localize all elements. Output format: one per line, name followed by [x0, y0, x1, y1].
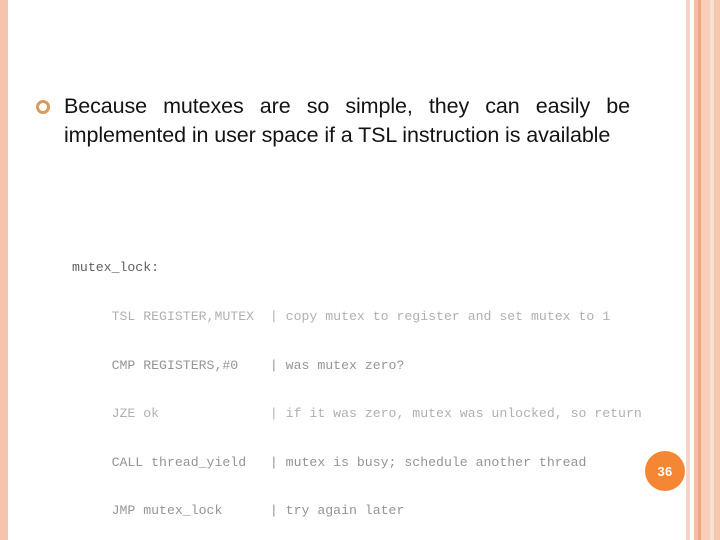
bullet-text-block: Because mutexes are so simple, they can … [64, 92, 630, 150]
code-line: JMP mutex_lock | try again later [72, 503, 405, 519]
right-border-stripe-3 [698, 0, 701, 540]
bullet-item: Because mutexes are so simple, they can … [36, 92, 630, 150]
bullet-line-2: implemented in user space if a TSL instr… [64, 123, 521, 147]
code-line: TSL REGISTER,MUTEX | copy mutex to regis… [72, 309, 611, 324]
right-border-stripe-1 [686, 0, 690, 540]
ring-bullet-icon [36, 100, 50, 114]
left-border-stripe [0, 0, 8, 540]
code-line: mutex_lock: [72, 260, 160, 276]
bullet-line-3: available [526, 123, 611, 147]
code-line: CALL thread_yield | mutex is busy; sched… [72, 454, 587, 470]
right-border-stripe-6 [714, 0, 720, 540]
slide-canvas: Because mutexes are so simple, they can … [0, 0, 720, 540]
right-border-stripe-2 [694, 0, 698, 540]
code-line: CMP REGISTERS,#0 | was mutex zero? [72, 357, 405, 373]
bullet-line-1: Because mutexes are so simple, they can … [64, 94, 630, 118]
code-line: JZE ok | if it was zero, mutex was unloc… [72, 406, 642, 422]
page-number-badge: 36 [645, 451, 685, 491]
right-border-stripe-4 [701, 0, 710, 540]
right-border-stripe-5 [710, 0, 714, 540]
code-listing: mutex_lock: TSL REGISTER,MUTEX | copy mu… [72, 228, 672, 540]
